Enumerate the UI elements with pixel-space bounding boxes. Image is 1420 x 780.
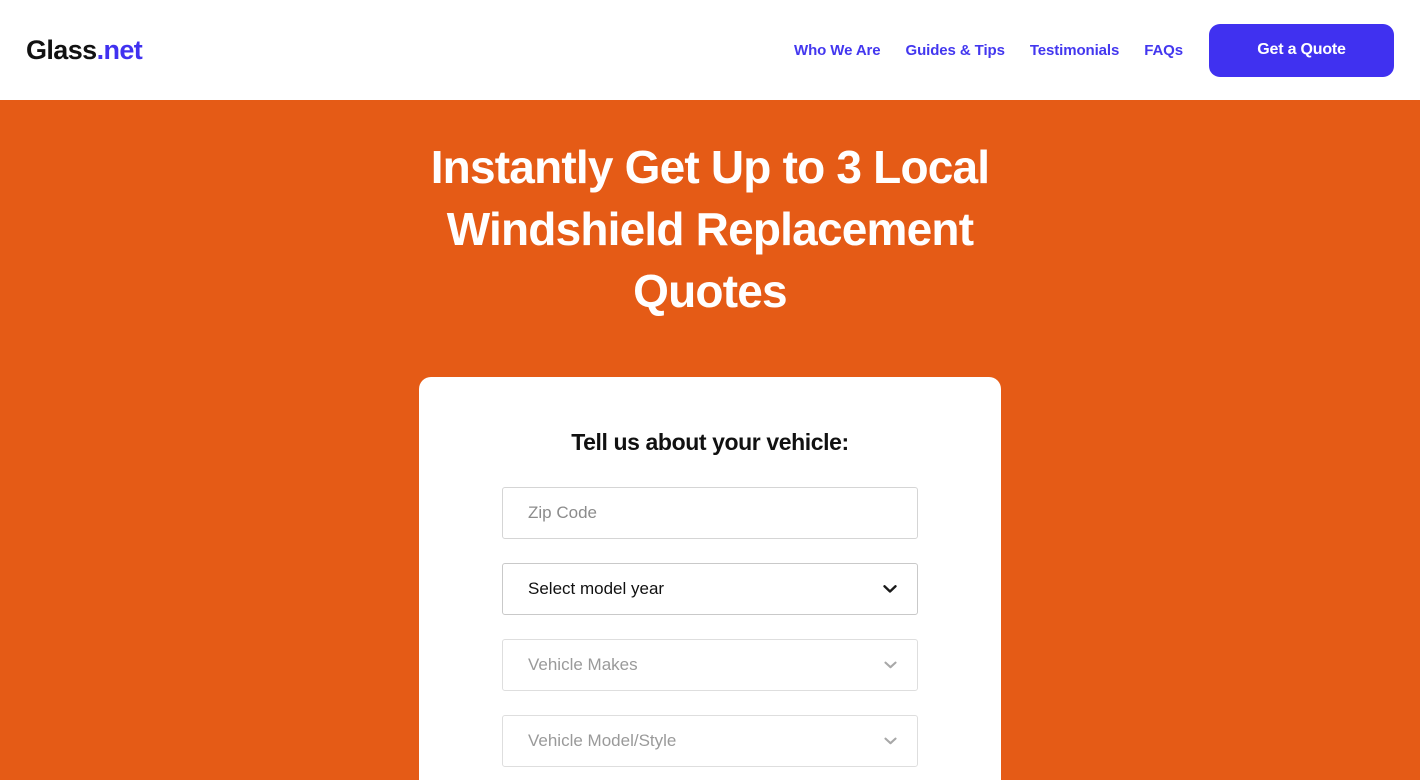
vehicle-make-select[interactable]: Vehicle Makes	[502, 639, 918, 691]
model-year-select[interactable]: Select model year	[502, 563, 918, 615]
vehicle-model-field-wrapper: Vehicle Model/Style	[502, 715, 918, 767]
form-title: Tell us about your vehicle:	[571, 429, 849, 455]
get-a-quote-button[interactable]: Get a Quote	[1209, 23, 1394, 77]
nav-link-testimonials[interactable]: Testimonials	[1030, 42, 1119, 59]
vehicle-model-select-value: Vehicle Model/Style	[528, 731, 677, 750]
site-logo[interactable]: Glass.net	[26, 34, 143, 65]
nav-link-faqs[interactable]: FAQs	[1144, 42, 1183, 59]
model-year-select-value: Select model year	[528, 579, 665, 598]
nav-link-who-we-are[interactable]: Who We Are	[794, 42, 881, 59]
logo-tld-text: .net	[96, 34, 143, 65]
hero-section: Instantly Get Up to 3 Local Windshield R…	[0, 100, 1420, 780]
vehicle-make-field-wrapper: Vehicle Makes	[502, 639, 918, 691]
zip-code-field-wrapper	[502, 487, 918, 539]
nav-link-list: Who We Are Guides & Tips Testimonials FA…	[794, 42, 1183, 59]
logo-main-text: Glass	[26, 34, 97, 65]
model-year-field-wrapper: Select model year	[502, 563, 918, 615]
hero-headline: Instantly Get Up to 3 Local Windshield R…	[430, 141, 990, 317]
nav-link-guides-tips[interactable]: Guides & Tips	[906, 42, 1005, 59]
zip-code-input[interactable]	[502, 487, 918, 539]
quote-form-card: Tell us about your vehicle: Select model…	[419, 377, 1001, 780]
site-header: Glass.net Who We Are Guides & Tips Testi…	[0, 0, 1420, 100]
vehicle-model-select[interactable]: Vehicle Model/Style	[502, 715, 918, 767]
primary-navigation: Who We Are Guides & Tips Testimonials FA…	[794, 23, 1394, 77]
vehicle-make-select-value: Vehicle Makes	[528, 655, 638, 674]
